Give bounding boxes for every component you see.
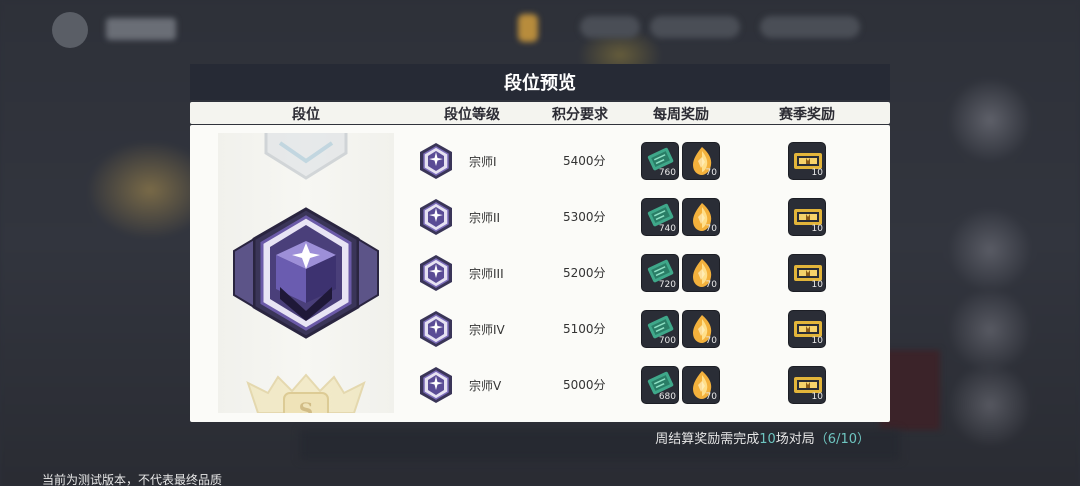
item-quantity: 70 [705, 336, 717, 346]
item-quantity: 10 [811, 168, 823, 178]
background-currency-pill [580, 16, 640, 38]
header-level: 段位等级 [444, 107, 500, 123]
weekly-ticket-reward[interactable]: 740 [641, 198, 679, 236]
tier-points: 5300分 [563, 210, 606, 224]
rank-preview-dialog: 段位预览 段位 段位等级 积分要求 每周奖励 赛季奖励 S 宗师I 5400分 … [190, 64, 890, 422]
item-quantity: 70 [705, 392, 717, 402]
note-suffix: 场对局 [775, 432, 815, 447]
rank-row: 宗师I 5400分 760 70 10 [190, 139, 890, 183]
season-ticket-reward[interactable]: 10 [788, 310, 826, 348]
item-quantity: 70 [705, 168, 717, 178]
background-currency-icon [518, 14, 538, 42]
grandmaster-tier-icon [420, 255, 452, 291]
tier-points: 5400分 [563, 154, 606, 168]
item-quantity: 10 [811, 280, 823, 290]
tier-name: 宗师I [469, 155, 497, 169]
note-prefix: 周结算奖励需完成 [655, 432, 760, 447]
header-weekly-reward: 每周奖励 [653, 107, 709, 123]
rank-row: 宗师II 5300分 740 70 10 [190, 195, 890, 239]
grandmaster-tier-icon [420, 311, 452, 347]
rank-table-body: S 宗师I 5400分 760 70 10 宗师II 5300分 740 70 … [190, 125, 890, 422]
background-currency-pill [650, 16, 740, 38]
item-quantity: 10 [811, 392, 823, 402]
rank-row: 宗师IV 5100分 700 70 10 [190, 307, 890, 351]
tier-points: 5200分 [563, 266, 606, 280]
tier-name: 宗师IV [469, 323, 505, 337]
grandmaster-tier-icon [420, 199, 452, 235]
tier-name: 宗师III [469, 267, 504, 281]
season-ticket-reward[interactable]: 10 [788, 142, 826, 180]
note-match-count: 10 [759, 432, 776, 447]
header-season-reward: 赛季奖励 [779, 107, 835, 123]
weekly-crystal-reward[interactable]: 70 [682, 254, 720, 292]
test-version-notice: 当前为测试版本，不代表最终品质 [42, 473, 223, 486]
tier-points: 5000分 [563, 378, 606, 392]
weekly-ticket-reward[interactable]: 760 [641, 142, 679, 180]
item-quantity: 680 [658, 392, 676, 402]
note-progress: （6/10） [814, 432, 870, 447]
item-quantity: 70 [705, 224, 717, 234]
grandmaster-tier-icon [420, 143, 452, 179]
weekly-ticket-reward[interactable]: 700 [641, 310, 679, 348]
header-points: 积分要求 [552, 107, 608, 123]
weekly-settlement-note: 周结算奖励需完成10场对局（6/10） [655, 428, 870, 447]
rank-row: 宗师V 5000分 680 70 10 [190, 363, 890, 407]
season-ticket-reward[interactable]: 10 [788, 366, 826, 404]
background-currency-pill [760, 16, 860, 38]
item-quantity: 720 [658, 280, 676, 290]
item-quantity: 70 [705, 280, 717, 290]
item-quantity: 740 [658, 224, 676, 234]
weekly-crystal-reward[interactable]: 70 [682, 142, 720, 180]
dialog-title: 段位预览 [190, 64, 890, 100]
weekly-crystal-reward[interactable]: 70 [682, 310, 720, 348]
rank-row: 宗师III 5200分 720 70 10 [190, 251, 890, 295]
background-player-name [106, 18, 176, 40]
grandmaster-tier-icon [420, 367, 452, 403]
column-header-row: 段位 段位等级 积分要求 每周奖励 赛季奖励 [190, 102, 890, 124]
background-avatar [52, 12, 88, 48]
tier-name: 宗师II [469, 211, 501, 225]
weekly-ticket-reward[interactable]: 720 [641, 254, 679, 292]
item-quantity: 10 [811, 224, 823, 234]
tier-points: 5100分 [563, 322, 606, 336]
item-quantity: 10 [811, 336, 823, 346]
header-rank: 段位 [292, 107, 320, 123]
weekly-crystal-reward[interactable]: 70 [682, 198, 720, 236]
weekly-ticket-reward[interactable]: 680 [641, 366, 679, 404]
item-quantity: 700 [658, 336, 676, 346]
season-ticket-reward[interactable]: 10 [788, 198, 826, 236]
weekly-crystal-reward[interactable]: 70 [682, 366, 720, 404]
tier-name: 宗师V [469, 379, 502, 393]
item-quantity: 760 [658, 168, 676, 178]
season-ticket-reward[interactable]: 10 [788, 254, 826, 292]
